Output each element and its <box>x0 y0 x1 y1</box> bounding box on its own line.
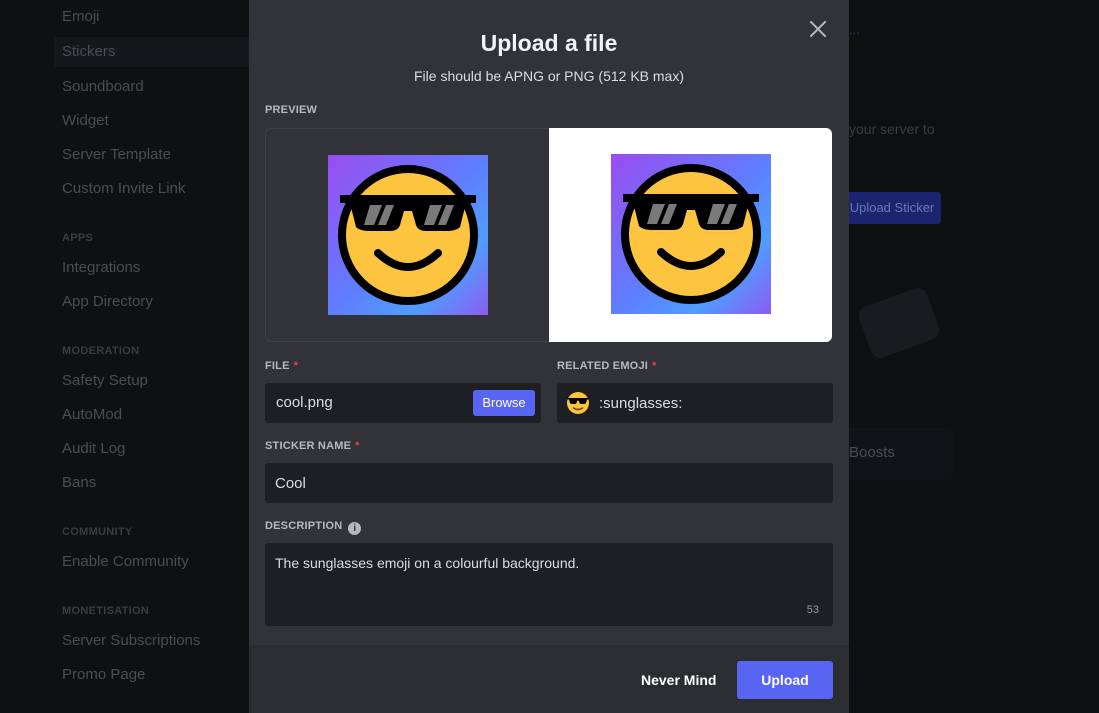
sidebar-item-promo-page[interactable]: Promo Page <box>62 666 145 683</box>
sticker-illustration <box>855 285 943 361</box>
sidebar-section-monetisation: MONETISATION <box>62 605 150 617</box>
sticker-image-dark <box>328 155 488 315</box>
character-counter: 53 <box>806 604 819 616</box>
sidebar-item-app-directory[interactable]: App Directory <box>62 293 153 310</box>
sidebar-section-moderation: MODERATION <box>62 345 140 357</box>
sunglasses-emoji-icon <box>567 392 589 414</box>
upload-file-modal: Upload a file File should be APNG or PNG… <box>249 0 849 713</box>
sidebar-item-audit-log[interactable]: Audit Log <box>62 440 125 457</box>
required-mark: * <box>293 360 299 372</box>
sticker-name-value: Cool <box>275 475 306 492</box>
background-description: your server to <box>849 121 935 137</box>
related-emoji-label: RELATED EMOJI * <box>557 360 657 372</box>
sidebar-item-custom-invite-link[interactable]: Custom Invite Link <box>62 180 185 197</box>
sidebar-item-emoji[interactable]: Emoji <box>62 8 100 25</box>
modal-subtitle: File should be APNG or PNG (512 KB max) <box>414 68 684 84</box>
sidebar-item-server-subscriptions[interactable]: Server Subscriptions <box>62 632 200 649</box>
preview-dark-theme <box>265 128 549 342</box>
sidebar-item-enable-community[interactable]: Enable Community <box>62 553 189 570</box>
modal-footer: Never Mind Upload <box>249 645 849 713</box>
boosts-label: Boosts <box>849 444 895 461</box>
background-link: ... <box>849 22 860 37</box>
sidebar-item-automod[interactable]: AutoMod <box>62 406 122 423</box>
browse-button[interactable]: Browse <box>473 390 535 416</box>
file-field[interactable]: cool.png Browse <box>265 383 541 423</box>
file-field-value: cool.png <box>276 394 333 411</box>
sidebar-item-bans[interactable]: Bans <box>62 474 96 491</box>
required-mark: * <box>652 360 657 372</box>
related-emoji-label-text: RELATED EMOJI <box>557 360 649 372</box>
sidebar-section-community: COMMUNITY <box>62 526 133 538</box>
sidebar-item-widget[interactable]: Widget <box>62 112 109 129</box>
preview-light-theme <box>549 128 832 342</box>
sidebar-item-soundboard[interactable]: Soundboard <box>62 78 144 95</box>
preview-label: PREVIEW <box>265 104 318 116</box>
info-icon[interactable]: i <box>348 522 362 535</box>
sticker-image-light <box>611 154 771 314</box>
description-label: DESCRIPTION i <box>265 520 362 535</box>
description-value: The sunglasses emoji on a colourful back… <box>275 555 580 571</box>
settings-content: ... your server to Upload Sticker Boosts <box>843 0 1099 713</box>
sticker-preview <box>265 128 832 342</box>
file-label-text: FILE <box>265 360 290 372</box>
required-mark: * <box>355 440 360 452</box>
sidebar-item-safety-setup[interactable]: Safety Setup <box>62 372 148 389</box>
upload-button[interactable]: Upload <box>737 661 833 699</box>
modal-title: Upload a file <box>480 30 618 56</box>
sticker-name-label-text: STICKER NAME <box>265 440 352 452</box>
upload-sticker-button[interactable]: Upload Sticker <box>843 192 941 224</box>
sidebar-section-apps: APPS <box>62 232 94 244</box>
related-emoji-value: :sunglasses: <box>599 395 683 412</box>
sunglasses-emoji-icon <box>621 164 761 304</box>
settings-sidebar: Emoji Stickers Soundboard Widget Server … <box>0 0 249 713</box>
description-label-text: DESCRIPTION <box>265 520 343 532</box>
never-mind-button[interactable]: Never Mind <box>641 672 716 688</box>
sidebar-item-stickers[interactable]: Stickers <box>54 37 249 67</box>
sticker-name-input[interactable]: Cool <box>265 463 833 503</box>
related-emoji-field[interactable]: :sunglasses: <box>557 383 833 423</box>
sunglasses-emoji-icon <box>338 165 478 305</box>
description-textarea[interactable]: The sunglasses emoji on a colourful back… <box>265 543 833 626</box>
boosts-card: Boosts <box>843 428 953 480</box>
sidebar-item-integrations[interactable]: Integrations <box>62 259 140 276</box>
sidebar-item-server-template[interactable]: Server Template <box>62 146 171 163</box>
file-label: FILE * <box>265 360 298 372</box>
sticker-name-label: STICKER NAME * <box>265 440 360 452</box>
